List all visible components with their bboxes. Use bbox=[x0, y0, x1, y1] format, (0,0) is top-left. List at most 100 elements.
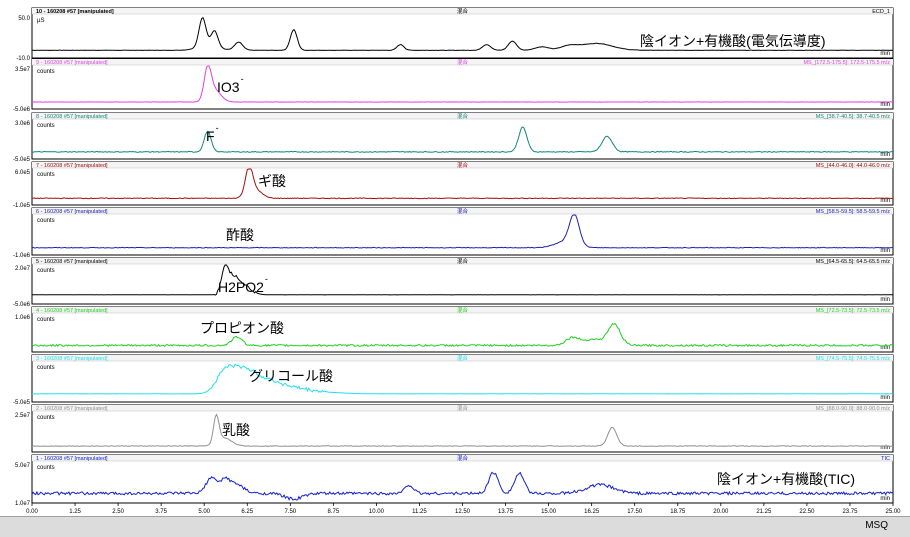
panel-y-bottom-label: -1.0e6 bbox=[13, 253, 31, 259]
panel-header-center: 混合 bbox=[457, 454, 469, 462]
x-axis-tick-label: 1.25 bbox=[69, 509, 81, 515]
panel-min-label: min bbox=[880, 198, 890, 204]
x-axis-tick-label: 15.00 bbox=[541, 509, 557, 515]
panel-header-text: 7 - 160208 #57 [manipulated] bbox=[36, 163, 108, 169]
panel-header-right: ECD_1 bbox=[872, 9, 890, 15]
panel-header-text: 10 - 160208 #57 [manipulated] bbox=[36, 9, 114, 15]
panel-header-right: MS_[72.5-73.5]: 72.5-73.5 m/z bbox=[816, 308, 891, 314]
panel-units-label: counts bbox=[37, 317, 55, 323]
panel-y-top-label: 3.0e6 bbox=[15, 121, 31, 127]
panel-min-label: min bbox=[880, 248, 890, 254]
panel-min-label: min bbox=[880, 395, 890, 401]
x-axis-tick-label: 11.25 bbox=[412, 509, 427, 515]
peak-annotation-label: H2PO2 bbox=[218, 279, 264, 295]
panel-header-text: 6 - 160208 #57 [manipulated] bbox=[36, 209, 108, 215]
x-axis-tick-label: 7.50 bbox=[284, 509, 296, 515]
panel-y-bottom-label: -5.0e5 bbox=[13, 157, 31, 163]
peak-annotation-label: 酢酸 bbox=[226, 227, 254, 243]
panel-min-label: min bbox=[880, 496, 890, 502]
panel-y-bottom-label: -5.0e5 bbox=[13, 400, 31, 406]
panel-header-right: MS_[88.0-90.0]: 88.0-90.0 m/z bbox=[816, 406, 891, 412]
peak-annotation-label: IO3 bbox=[217, 79, 240, 95]
panel-header-text: 8 - 160208 #57 [manipulated] bbox=[36, 114, 108, 120]
x-axis-tick-label: 13.75 bbox=[498, 509, 514, 515]
x-axis-tick-label: 20.00 bbox=[713, 509, 729, 515]
panel-y-top-label: 5.0e7 bbox=[15, 463, 31, 469]
panel-min-label: min bbox=[880, 51, 890, 57]
panel-header-text: 2 - 160208 #57 [manipulated] bbox=[36, 406, 108, 412]
panel-y-top-label: 1.0e6 bbox=[15, 315, 31, 321]
panel-units-label: counts bbox=[37, 365, 55, 371]
x-axis-tick-label: 23.75 bbox=[842, 509, 858, 515]
panel-y-bottom-label: -10.0 bbox=[16, 56, 30, 62]
x-axis-tick-label: 2.50 bbox=[112, 509, 124, 515]
panel-y-top-label: 3.5e7 bbox=[15, 67, 31, 73]
panel-y-bottom-label: 1.0e7 bbox=[15, 501, 31, 507]
panel-units-label: counts bbox=[37, 415, 55, 421]
panel-frame bbox=[31, 354, 894, 403]
peak-annotation-superscript: - bbox=[216, 123, 219, 133]
x-axis-tick-label: 5.00 bbox=[198, 509, 210, 515]
panel-header-text: 5 - 160208 #57 [manipulated] bbox=[36, 259, 108, 265]
panel-y-top-label: 50.0 bbox=[18, 16, 30, 22]
panel-header-text: 4 - 160208 #57 [manipulated] bbox=[36, 308, 108, 314]
panel-header-center: 混合 bbox=[457, 58, 469, 66]
peak-annotation-label: プロピオン酸 bbox=[200, 320, 284, 336]
panel-min-label: min bbox=[880, 297, 890, 303]
x-axis-tick-label: 25.00 bbox=[885, 509, 901, 515]
x-axis-tick-label: 16.25 bbox=[584, 509, 600, 515]
panel-header-right: MS_[58.5-59.5]: 58.5-59.5 m/z bbox=[816, 209, 891, 215]
panel-units-label: µS bbox=[37, 18, 44, 24]
stacked-chromatogram-chart: 10 - 160208 #57 [manipulated] 混合 ECD_1 µS mi… bbox=[13, 7, 901, 515]
panel-units-label: counts bbox=[37, 172, 55, 178]
panel-header-center: 混合 bbox=[457, 112, 469, 120]
peak-annotation-label: ギ酸 bbox=[258, 173, 286, 189]
status-bar: MSQ bbox=[0, 516, 910, 537]
panel-y-top-label: 2.5e7 bbox=[15, 413, 31, 419]
panel-header-center: 混合 bbox=[457, 7, 469, 15]
panel-min-label: min bbox=[880, 102, 890, 108]
panel-header-center: 混合 bbox=[457, 306, 469, 314]
panel-header-center: 混合 bbox=[457, 161, 469, 169]
x-axis-tick-label: 10.00 bbox=[369, 509, 385, 515]
panel-header-right: MS_[64.5-65.5]: 64.5-65.5 m/z bbox=[816, 259, 891, 265]
panel-y-bottom-label: -5.0e6 bbox=[13, 302, 31, 308]
panel-units-label: counts bbox=[37, 218, 55, 224]
x-axis-tick-label: 18.75 bbox=[670, 509, 686, 515]
panel-header-center: 混合 bbox=[457, 354, 469, 362]
status-mode-label: MSQ bbox=[865, 520, 888, 531]
panel-y-top-label: 6.0e5 bbox=[15, 170, 31, 176]
peak-annotation-label: F bbox=[206, 128, 215, 144]
x-axis-tick-label: 8.75 bbox=[328, 509, 340, 515]
panel-header-right: MS_[44.0-46.0]: 44.0-46.0 m/z bbox=[816, 163, 891, 169]
panel-y-top-label: 2.0e7 bbox=[15, 266, 31, 272]
x-axis-tick-label: 3.75 bbox=[155, 509, 167, 515]
panel-header-text: 1 - 160208 #57 [manipulated] bbox=[36, 456, 108, 462]
peak-annotation-superscript: - bbox=[241, 74, 244, 84]
x-axis-tick-label: 6.25 bbox=[241, 509, 253, 515]
x-axis-tick-label: 22.50 bbox=[799, 509, 815, 515]
panel-header-center: 混合 bbox=[457, 207, 469, 215]
peak-annotation-label: 陰イオン+有機酸(電気伝導度) bbox=[640, 33, 826, 49]
chromatogram-window: 10 - 160208 #57 [manipulated] 混合 ECD_1 µS mi… bbox=[0, 0, 910, 536]
panel-header-right: MS_[38.7-40.5]: 38.7-40.5 m/z bbox=[816, 114, 891, 120]
x-axis-tick-label: 17.50 bbox=[627, 509, 643, 515]
panel-header-text: 9 - 160208 #57 [manipulated] bbox=[36, 60, 108, 66]
panel-units-label: counts bbox=[37, 123, 55, 129]
panel-header-right: MS_[172.5-175.5]: 172.5-175.5 m/z bbox=[803, 60, 890, 66]
panel-header-center: 混合 bbox=[457, 257, 469, 265]
panel-header-text: 3 - 160208 #57 [manipulated] bbox=[36, 356, 108, 362]
panel-header-right: TIC bbox=[881, 456, 890, 462]
peak-annotation-label: グリコール酸 bbox=[249, 368, 333, 384]
panel-frame bbox=[31, 404, 894, 453]
panel-units-label: counts bbox=[37, 69, 55, 75]
panel-units-label: counts bbox=[37, 465, 55, 471]
x-axis-tick-label: 0.00 bbox=[26, 509, 38, 515]
x-axis-tick-label: 21.25 bbox=[756, 509, 772, 515]
panel-min-label: min bbox=[880, 152, 890, 158]
panel-units-label: counts bbox=[37, 268, 55, 274]
panel-header-center: 混合 bbox=[457, 404, 469, 412]
x-axis-tick-label: 12.50 bbox=[455, 509, 471, 515]
peak-annotation-label: 陰イオン+有機酸(TIC) bbox=[717, 471, 855, 487]
peak-annotation-superscript: - bbox=[265, 274, 268, 284]
